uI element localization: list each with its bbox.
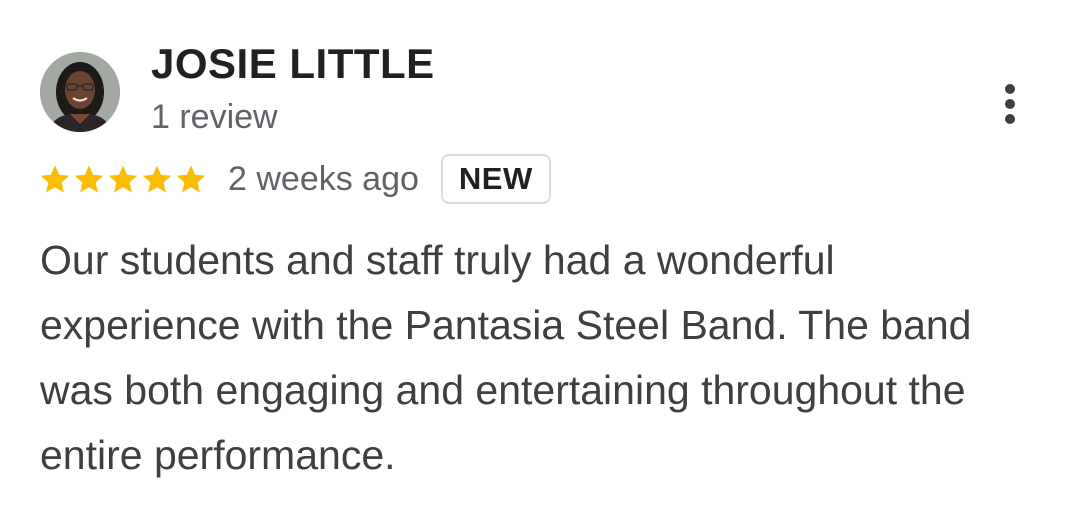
star-icon: [142, 165, 172, 193]
review-count: 1 review: [151, 98, 278, 136]
reviewer-name[interactable]: JOSIE LITTLE: [151, 38, 435, 90]
avatar[interactable]: [40, 52, 120, 132]
star-icon: [74, 165, 104, 193]
star-icon: [108, 165, 138, 193]
more-options-button[interactable]: [990, 76, 1030, 132]
review-text: Our students and staff truly had a wonde…: [40, 237, 972, 478]
review-card: JOSIE LITTLE 1 review 2 weeks ago NEW Ou…: [0, 0, 1080, 525]
star-icon: [40, 165, 70, 193]
more-vert-icon-dot: [1005, 114, 1015, 124]
more-vert-icon-dot: [1005, 99, 1015, 109]
star-icon: [176, 165, 206, 193]
more-vert-icon: [1005, 84, 1015, 94]
review-meta: 2 weeks ago NEW: [38, 152, 551, 206]
avatar-photo: [40, 52, 120, 132]
review-date: 2 weeks ago: [228, 160, 419, 198]
new-badge: NEW: [440, 154, 551, 204]
star-rating: [38, 162, 208, 196]
